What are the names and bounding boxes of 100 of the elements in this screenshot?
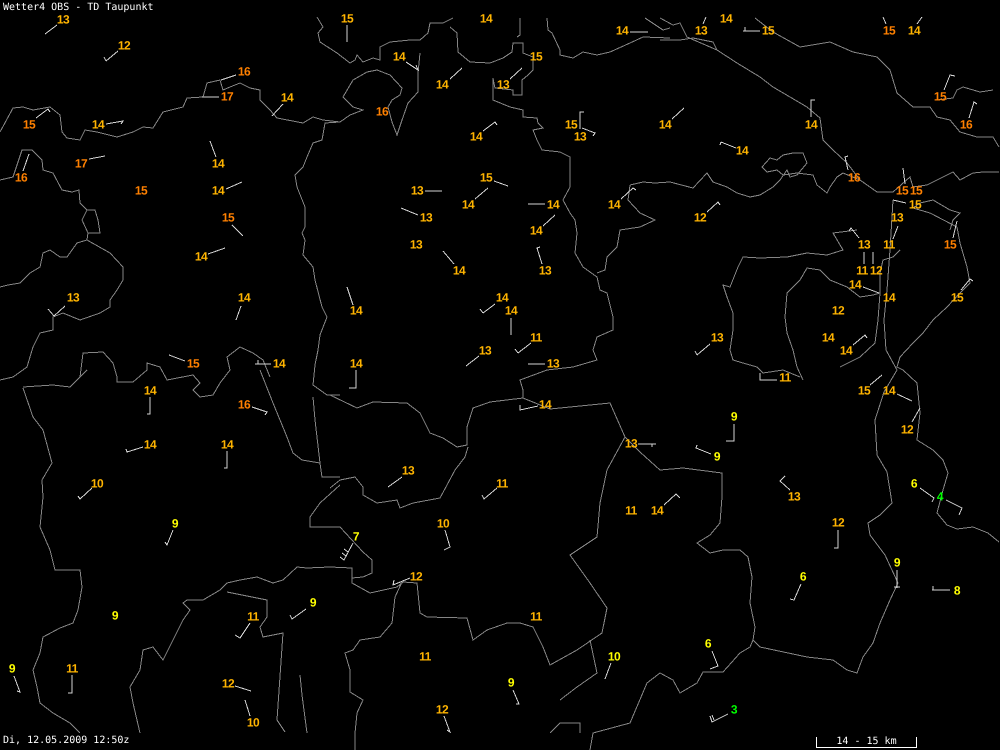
wind-barb-icon (444, 716, 452, 734)
dew-point-value: 15 (564, 120, 578, 130)
dew-point-value: 14 (546, 200, 560, 210)
dew-point-value: 14 (658, 120, 672, 130)
wind-barb-icon (694, 344, 710, 356)
wind-barb-icon (164, 530, 174, 546)
wind-barb-icon (790, 584, 802, 601)
wind-barb-icon (892, 226, 898, 240)
dew-point-value: 12 (436, 704, 448, 716)
dew-point-value: 11 (856, 266, 868, 276)
wind-barb-icon (126, 446, 144, 453)
dew-point-value: 14 (616, 26, 628, 36)
dew-point-value: 15 (908, 200, 922, 210)
timestamp: Di, 12.05.2009 12:50z (3, 735, 130, 747)
dew-point-value: 10 (436, 518, 450, 530)
wind-barb-icon (892, 200, 906, 204)
wind-barb-icon (946, 500, 963, 516)
wind-barb-icon (232, 224, 244, 236)
dew-point-value: 15 (340, 14, 354, 24)
wind-barb-icon (234, 686, 252, 692)
dew-point-value: 14 (238, 292, 250, 304)
dew-point-value: 14 (882, 386, 896, 396)
wind-barb-icon (388, 476, 402, 488)
dew-point-value: 14 (212, 186, 224, 196)
dew-point-value: 11 (883, 240, 895, 250)
dew-point-value: 14 (212, 158, 224, 170)
dew-point-value: 15 (858, 386, 870, 396)
wind-barb-icon (14, 676, 21, 693)
wind-barb-icon (392, 578, 410, 586)
wind-barb-icon (22, 154, 30, 172)
wind-barb-icon (894, 570, 900, 588)
dew-point-value: 14 (144, 440, 156, 450)
dew-point-value: 9 (730, 412, 738, 422)
wind-barb-icon (944, 74, 956, 90)
dew-point-value: 12 (900, 424, 914, 436)
dew-point-value: 13 (402, 466, 414, 476)
wind-barb-icon (442, 250, 454, 264)
dew-point-value: 11 (530, 332, 542, 344)
wind-barb-icon (482, 488, 498, 500)
dew-point-value: 17 (74, 158, 88, 170)
wind-barb-icon (852, 334, 868, 346)
dew-point-value: 14 (908, 26, 920, 36)
dew-point-value: 13 (574, 132, 586, 142)
dew-point-value: 14 (350, 358, 362, 370)
dew-point-value: 14 (436, 80, 448, 90)
wind-barb-icon (672, 108, 684, 120)
dew-point-value: 14 (272, 358, 286, 370)
dew-point-value: 15 (934, 92, 946, 102)
dew-point-value: 11 (66, 664, 78, 674)
dew-point-value: 14 (736, 146, 748, 156)
wind-barb-icon (400, 208, 418, 216)
wind-barb-icon (710, 650, 719, 670)
wind-barb-icon (244, 700, 250, 716)
dew-point-value: 15 (530, 52, 542, 62)
wind-barb-icon (510, 68, 522, 80)
wind-barb-icon (226, 182, 242, 190)
wind-barb-icon (968, 101, 978, 118)
wind-barb-icon (290, 608, 306, 620)
dew-point-value: 14 (538, 400, 552, 410)
wind-barb-icon (466, 356, 480, 366)
dew-point-value: 14 (350, 306, 362, 316)
wind-barb-icon (834, 530, 838, 548)
dew-point-value: 14 (462, 200, 474, 210)
dew-point-value: 3 (730, 704, 738, 716)
dew-point-value: 7 (352, 532, 360, 542)
dew-point-value: 16 (848, 172, 860, 184)
dew-point-value: 14 (804, 120, 818, 130)
dew-point-value: 14 (720, 14, 732, 24)
dew-point-value: 13 (624, 438, 638, 450)
map-title: Wetter4 OBS - TD Taupunkt (3, 2, 154, 14)
dew-point-value: 14 (452, 266, 466, 276)
wind-barb-icon (88, 156, 106, 160)
dew-point-value: 12 (410, 572, 422, 582)
dew-point-value: 12 (870, 266, 882, 276)
wind-barb-icon (346, 286, 354, 306)
wind-barb-icon (512, 690, 520, 704)
wind-barb-icon (406, 62, 420, 72)
dew-point-value: 13 (66, 292, 80, 304)
dew-point-value: 10 (608, 652, 620, 662)
wind-barb-icon (444, 530, 451, 550)
wind-barb-icon (106, 120, 124, 124)
dew-point-value: 17 (220, 92, 234, 102)
wind-barb-icon (862, 286, 880, 294)
dew-point-value: 9 (714, 452, 720, 462)
wind-barb-icon (620, 187, 636, 200)
dew-point-value: 14 (480, 14, 492, 24)
wind-barb-icon (44, 24, 58, 34)
dew-point-value: 15 (910, 186, 922, 196)
dew-point-value: 10 (246, 718, 260, 728)
wind-barb-icon (706, 201, 720, 212)
wind-barb-icon (482, 121, 498, 132)
dew-point-value: 15 (950, 292, 964, 304)
wind-barb-icon (920, 488, 935, 502)
wind-barb-icon (638, 444, 656, 448)
dew-point-value: 15 (222, 212, 234, 224)
wind-barb-icon (720, 142, 736, 148)
wind-barb-icon (664, 493, 680, 506)
dew-point-value: 13 (478, 346, 492, 356)
wind-barb-icon (480, 304, 496, 314)
dew-point-value: 14 (220, 440, 234, 450)
